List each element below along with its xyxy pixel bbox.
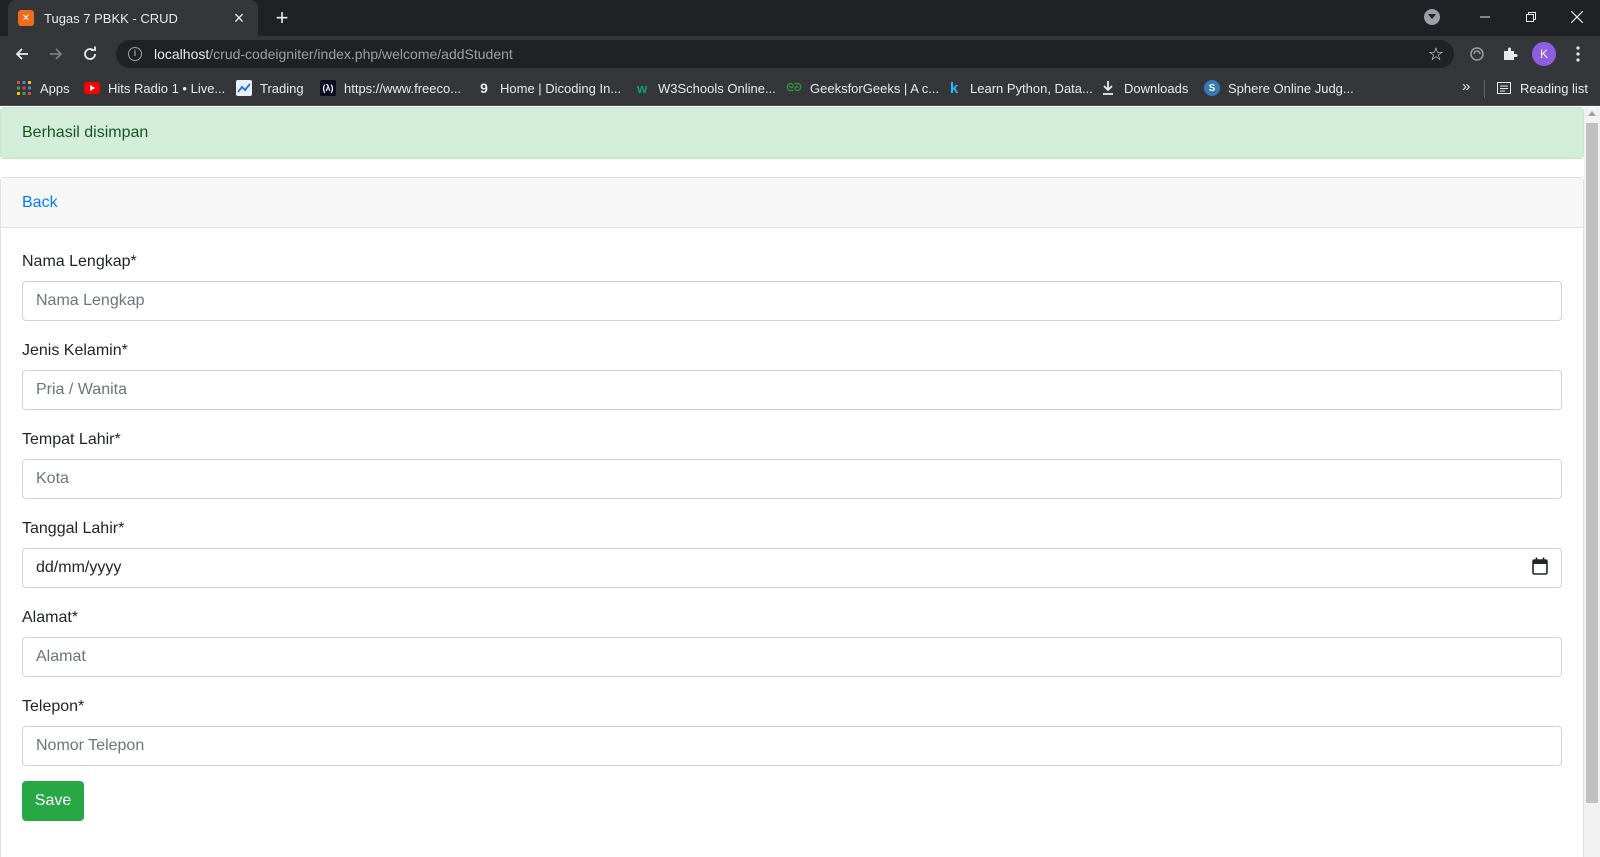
- tab-search-icon[interactable]: [1424, 9, 1440, 25]
- download-icon: [1100, 80, 1116, 96]
- bookmark-apps[interactable]: Apps: [16, 72, 70, 104]
- bookmark-geeksforgeeks[interactable]: ᘓᘐ GeeksforGeeks | A c...: [786, 72, 939, 104]
- bookmark-spoj[interactable]: S Sphere Online Judg...: [1204, 72, 1354, 104]
- tanggal-lahir-label: Tanggal Lahir*: [22, 520, 125, 537]
- scroll-up-arrow-icon[interactable]: [1588, 111, 1596, 116]
- date-placeholder: dd/mm/yyyy: [36, 559, 122, 576]
- bookmarks-overflow-button[interactable]: »: [1462, 78, 1470, 95]
- spoj-icon: S: [1204, 80, 1220, 96]
- browser-tab-active[interactable]: ✕ Tugas 7 PBKK - CRUD ×: [8, 0, 258, 36]
- tempat-lahir-input[interactable]: [22, 459, 1562, 499]
- alamat-label: Alamat*: [22, 609, 79, 626]
- page-scrollbar[interactable]: [1584, 107, 1600, 857]
- tab-strip: ✕ Tugas 7 PBKK - CRUD × +: [0, 0, 1600, 36]
- apps-grid-icon: [16, 80, 32, 96]
- freecodecamp-icon: (λ): [320, 80, 336, 96]
- tab-title: Tugas 7 PBKK - CRUD: [44, 10, 178, 26]
- calendar-icon[interactable]: [1532, 557, 1548, 580]
- trading-icon: [236, 80, 252, 96]
- nama-lengkap-label: Nama Lengkap*: [22, 253, 137, 270]
- new-tab-button[interactable]: +: [270, 6, 294, 30]
- restore-button[interactable]: [1508, 0, 1554, 34]
- youtube-icon: [84, 80, 100, 96]
- tanggal-lahir-date-input[interactable]: dd/mm/yyyy: [22, 548, 1562, 588]
- bookmark-trading[interactable]: Trading: [236, 72, 304, 104]
- bookmarks-bar: Apps Hits Radio 1 • Live... Trading (λ) …: [0, 72, 1600, 106]
- info-icon[interactable]: i: [128, 47, 142, 61]
- bookmark-kaggle[interactable]: k Learn Python, Data...: [946, 72, 1093, 104]
- minimize-button[interactable]: [1462, 0, 1508, 34]
- bookmark-freecodecamp[interactable]: (λ) https://www.freeco...: [320, 72, 461, 104]
- scrollbar-thumb[interactable]: [1586, 123, 1598, 803]
- forward-arrow-icon[interactable]: [42, 40, 70, 68]
- jenis-kelamin-input[interactable]: [22, 370, 1562, 410]
- kaggle-icon: k: [949, 79, 959, 97]
- back-link[interactable]: Back: [22, 194, 58, 211]
- alert-message: Berhasil disimpan: [22, 124, 149, 141]
- telepon-input[interactable]: [22, 726, 1562, 766]
- bookmarks-divider: [1484, 80, 1485, 98]
- address-bar[interactable]: i localhost/crud-codeigniter/index.php/w…: [116, 40, 1454, 68]
- nama-lengkap-input[interactable]: [22, 281, 1562, 321]
- tempat-lahir-label: Tempat Lahir*: [22, 431, 121, 448]
- bookmark-w3schools[interactable]: w W3Schools Online...: [634, 72, 776, 104]
- alamat-input[interactable]: [22, 637, 1562, 677]
- menu-kebab-icon[interactable]: [1566, 42, 1590, 66]
- reading-list-button[interactable]: Reading list: [1496, 72, 1588, 104]
- profile-avatar[interactable]: K: [1532, 42, 1556, 66]
- close-window-button[interactable]: [1554, 0, 1600, 34]
- bookmark-star-icon[interactable]: ☆: [1428, 45, 1444, 63]
- page-viewport: Berhasil disimpan Back Nama Lengkap* Jen…: [0, 107, 1584, 857]
- w3schools-icon: w: [636, 80, 648, 96]
- tab-close-icon[interactable]: ×: [230, 9, 248, 27]
- success-alert: Berhasil disimpan: [0, 107, 1584, 159]
- xampp-favicon-icon: ✕: [18, 10, 34, 26]
- extensions-puzzle-icon[interactable]: [1498, 42, 1522, 66]
- bookmark-hits-radio[interactable]: Hits Radio 1 • Live...: [84, 72, 225, 104]
- bookmark-downloads[interactable]: Downloads: [1100, 72, 1188, 104]
- reading-list-icon: [1496, 80, 1512, 96]
- reload-icon[interactable]: [76, 40, 104, 68]
- bookmark-dicoding[interactable]: 9 Home | Dicoding In...: [476, 72, 621, 104]
- geeksforgeeks-icon: ᘓᘐ: [786, 81, 802, 94]
- back-arrow-icon[interactable]: [8, 40, 36, 68]
- browser-toolbar: i localhost/crud-codeigniter/index.php/w…: [0, 36, 1600, 72]
- card-header: Back: [1, 178, 1583, 228]
- save-button[interactable]: Save: [22, 781, 84, 821]
- jenis-kelamin-label: Jenis Kelamin*: [22, 342, 128, 359]
- sync-icon[interactable]: [1465, 42, 1489, 66]
- student-form-card: Back Nama Lengkap* Jenis Kelamin* Tempat…: [0, 177, 1584, 857]
- telepon-label: Telepon*: [22, 698, 85, 715]
- dicoding-icon: 9: [480, 80, 488, 96]
- address-url: localhost/crud-codeigniter/index.php/wel…: [154, 46, 513, 62]
